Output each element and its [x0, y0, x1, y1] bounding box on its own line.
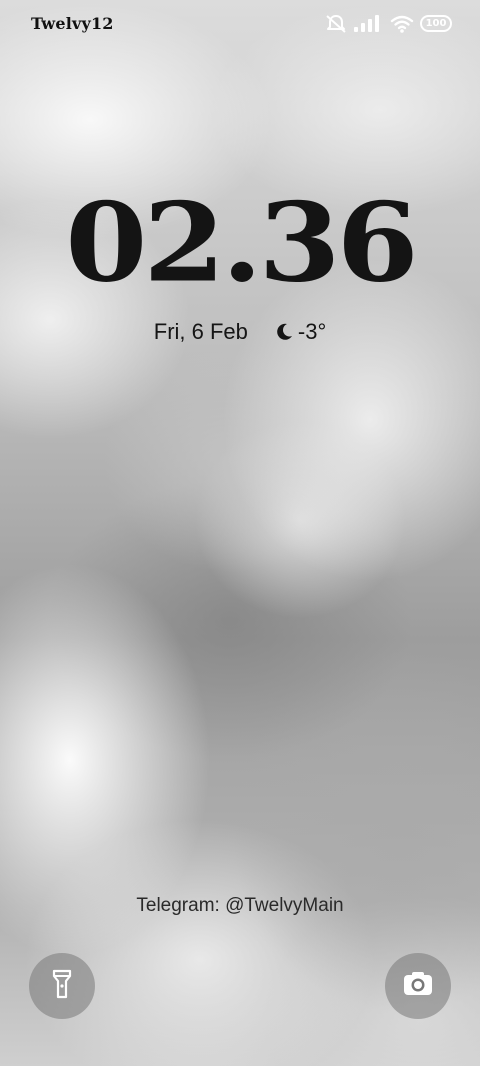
battery-icon: 100 [420, 15, 452, 32]
lock-screen: Twelvy12 100 02.36 Fri, 6 Feb -3° Telegr… [0, 0, 480, 1066]
lock-screen-clock: 02.36 [65, 178, 419, 307]
camera-icon [402, 970, 434, 1003]
temperature-text: -3° [297, 319, 327, 344]
status-bar: Twelvy12 100 [0, 0, 480, 48]
notifications-off-icon [325, 14, 347, 39]
wifi-icon [390, 14, 414, 39]
battery-level: 100 [425, 17, 447, 29]
lock-screen-message: Telegram: @TwelvyMain [136, 895, 344, 916]
carrier-name: Twelvy12 [31, 14, 114, 33]
signal-icon [353, 14, 379, 39]
camera-button[interactable] [385, 953, 451, 1019]
date-weather-row: Fri, 6 Feb -3° [0, 319, 480, 345]
date-text: Fri, 6 Feb [153, 319, 248, 344]
flashlight-button[interactable] [29, 953, 95, 1019]
moon-icon [274, 322, 294, 342]
flashlight-icon [49, 968, 75, 1005]
